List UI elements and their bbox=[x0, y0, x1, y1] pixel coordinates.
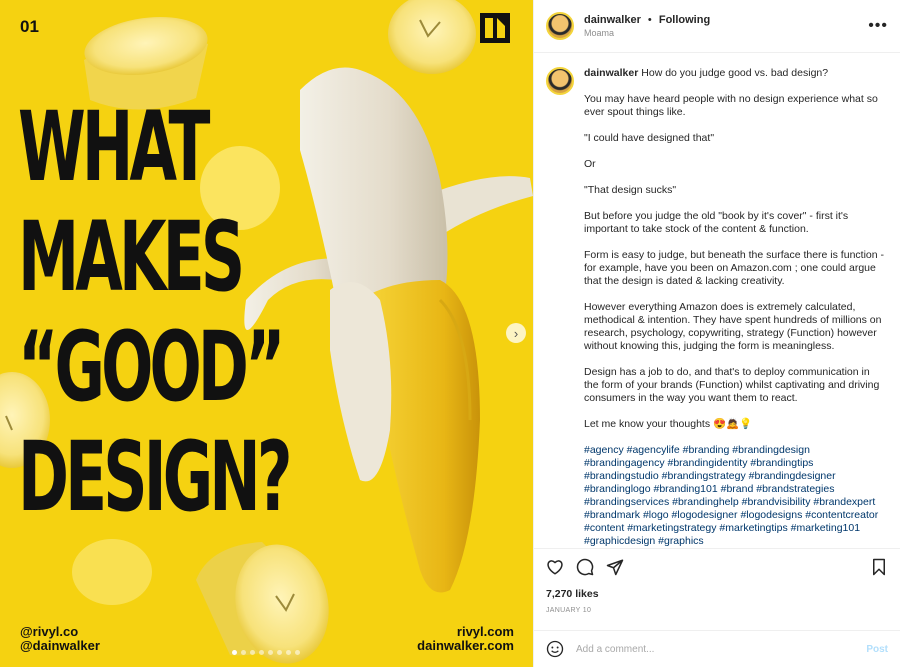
following-button[interactable]: Following bbox=[659, 14, 710, 26]
username-link[interactable]: dainwalker bbox=[584, 14, 641, 26]
carousel-dot bbox=[277, 650, 282, 655]
caption-paragraph: Form is easy to judge, but beneath the s… bbox=[584, 249, 884, 287]
caption-paragraph: dainwalker How do you judge good vs. bad … bbox=[584, 67, 829, 79]
carousel-dot bbox=[295, 650, 300, 655]
caption-paragraph: "I could have designed that" bbox=[584, 132, 715, 144]
comment-bar: Post bbox=[534, 630, 900, 667]
carousel-dot bbox=[259, 650, 264, 655]
headline-line: DESIGN? bbox=[18, 421, 293, 533]
carousel-dot bbox=[241, 650, 246, 655]
caption-username[interactable]: dainwalker bbox=[584, 67, 638, 79]
more-options-icon[interactable]: ••• bbox=[868, 17, 888, 35]
share-icon[interactable] bbox=[606, 558, 624, 576]
banana-slice bbox=[388, 0, 476, 74]
social-handles: @rivyl.co @dainwalker bbox=[20, 625, 100, 653]
likes-count[interactable]: 7,270 likes bbox=[546, 588, 599, 600]
carousel-dot bbox=[286, 650, 291, 655]
carousel-dot bbox=[250, 650, 255, 655]
avatar[interactable] bbox=[546, 67, 574, 95]
post-header: dainwalker • Following Moama ••• bbox=[534, 0, 900, 53]
post-headline: WHAT MAKES “GOOD” DESIGN? bbox=[18, 91, 293, 533]
header-title-row: dainwalker • Following bbox=[584, 14, 710, 26]
avatar[interactable] bbox=[546, 12, 574, 40]
caption-paragraph: However everything Amazon does is extrem… bbox=[584, 301, 882, 352]
carousel-indicator bbox=[232, 650, 300, 655]
website-text: dainwalker.com bbox=[417, 638, 514, 653]
caption-paragraph: Or bbox=[584, 158, 596, 170]
heart-icon[interactable] bbox=[546, 558, 564, 576]
carousel-next-button[interactable]: › bbox=[506, 323, 526, 343]
banana-slice bbox=[72, 539, 152, 605]
handle-text: @dainwalker bbox=[20, 638, 100, 653]
post-sidebar: dainwalker • Following Moama ••• dainwal… bbox=[533, 0, 900, 667]
website-links: rivyl.com dainwalker.com bbox=[417, 625, 514, 653]
caption-area: dainwalker How do you judge good vs. bad … bbox=[534, 53, 900, 548]
headline-line: MAKES bbox=[18, 201, 245, 313]
slide-number: 01 bbox=[20, 17, 39, 36]
website-text: rivyl.com bbox=[456, 624, 514, 639]
post-image[interactable]: 01 WHAT MAKES “GOOD” DESIGN? @rivyl.co @… bbox=[0, 0, 533, 667]
post-view: 01 WHAT MAKES “GOOD” DESIGN? @rivyl.co @… bbox=[0, 0, 900, 667]
action-bar bbox=[534, 548, 900, 584]
comment-input[interactable] bbox=[574, 642, 867, 656]
separator: • bbox=[647, 14, 652, 26]
bookmark-icon[interactable] bbox=[870, 558, 888, 576]
headline-line: “GOOD” bbox=[18, 311, 285, 423]
hashtags[interactable]: #agency #agencylife #branding #brandingd… bbox=[584, 444, 884, 548]
caption-paragraph: "That design sucks" bbox=[584, 184, 677, 196]
rivyl-logo-icon bbox=[480, 13, 510, 43]
chevron-right-icon: › bbox=[513, 325, 519, 341]
carousel-dot bbox=[268, 650, 273, 655]
caption-paragraph: Design has a job to do, and that's to de… bbox=[584, 366, 880, 404]
caption-paragraph: But before you judge the old "book by it… bbox=[584, 210, 849, 235]
post-date[interactable]: JANUARY 10 bbox=[546, 607, 591, 614]
emoji-icon[interactable] bbox=[546, 640, 564, 658]
banana-slice bbox=[196, 542, 329, 664]
headline-line: WHAT bbox=[18, 91, 210, 203]
caption-paragraph: You may have heard people with no design… bbox=[584, 93, 878, 118]
handle-text: @rivyl.co bbox=[20, 624, 79, 639]
header-info: dainwalker • Following Moama bbox=[584, 14, 710, 38]
post-comment-button[interactable]: Post bbox=[866, 644, 888, 655]
caption-paragraph: Let me know your thoughts 😍🙇💡 bbox=[584, 418, 753, 430]
carousel-dot bbox=[232, 650, 237, 655]
caption-text: dainwalker How do you judge good vs. bad … bbox=[584, 67, 884, 548]
comment-icon[interactable] bbox=[576, 558, 594, 576]
caption-row: dainwalker How do you judge good vs. bad … bbox=[546, 67, 888, 548]
location-link[interactable]: Moama bbox=[584, 28, 710, 38]
